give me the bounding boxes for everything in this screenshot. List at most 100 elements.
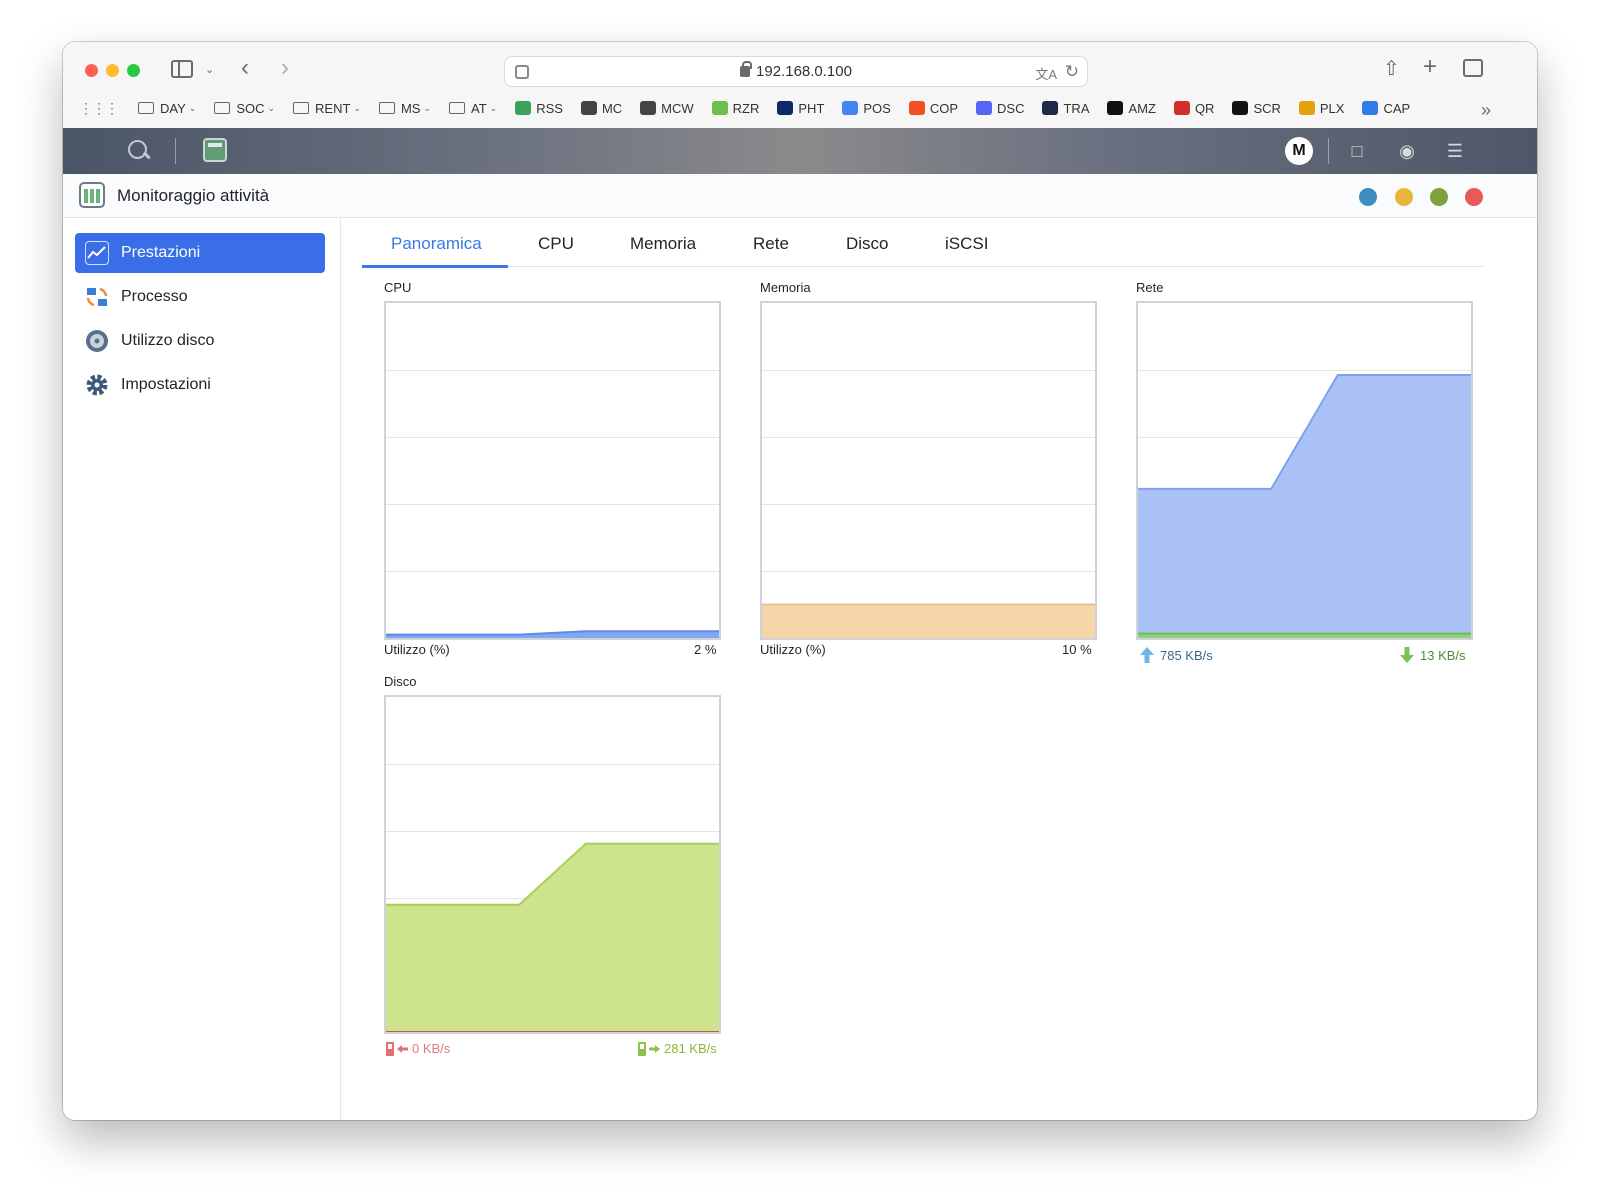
bookmark-cop[interactable]: COP	[908, 101, 958, 116]
bookmark-favicon-icon	[580, 101, 597, 115]
bookmark-rent[interactable]: RENT ⌄	[293, 101, 361, 116]
browser-window: ⌄ ‹ › 192.168.0.100 文A ↻ ⇧ + ⋮⋮⋮ DAY ⌄ SOC…	[63, 42, 1537, 1120]
avatar[interactable]: M	[1285, 137, 1313, 165]
process-icon	[85, 285, 109, 309]
bookmark-label: QR	[1194, 100, 1215, 116]
tab-iscsi[interactable]: iSCSI	[945, 234, 988, 254]
bookmark-label: CAP	[1383, 100, 1411, 116]
close-window-button[interactable]	[85, 64, 98, 77]
sidebar-item-utilizzo-disco[interactable]: Utilizzo disco	[75, 321, 325, 361]
sidebar-item-prestazioni[interactable]: Prestazioni	[75, 233, 325, 273]
bookmark-favicon-icon	[1107, 101, 1124, 115]
bookmark-ms[interactable]: MS ⌄	[378, 100, 432, 116]
search-icon[interactable]	[127, 139, 151, 163]
series-area-0	[1138, 375, 1471, 638]
bookmark-plx[interactable]: PLX	[1298, 101, 1344, 116]
disk-write: 281 KB/s	[638, 1041, 717, 1056]
bookmark-dsc[interactable]: DSC	[976, 101, 1024, 116]
bookmark-label: SCR	[1253, 100, 1281, 116]
disk-read-icon	[386, 1041, 408, 1056]
resource-monitor-taskbar-icon[interactable]	[203, 138, 227, 162]
bookmark-pht[interactable]: PHT	[777, 101, 824, 116]
new-tab-icon[interactable]: +	[1423, 55, 1437, 79]
cpu-panel-title: CPU	[384, 280, 412, 295]
network-download: 13 KB/s	[1400, 647, 1466, 663]
bookmark-mc[interactable]: MC	[580, 101, 622, 116]
taskbar-divider	[1328, 138, 1329, 164]
bookmark-label: MS	[400, 100, 421, 116]
memory-panel-title: Memoria	[760, 280, 811, 295]
address-bar[interactable]: 192.168.0.100 文A ↻	[504, 56, 1088, 87]
bookmark-label: POS	[863, 100, 891, 116]
bookmark-mcw[interactable]: MCW	[640, 101, 694, 116]
bookmark-at[interactable]: AT ⌄	[449, 101, 497, 116]
sidebar-toggle-icon[interactable]	[171, 60, 193, 78]
bookmark-day[interactable]: DAY ⌄	[138, 101, 196, 116]
minimize-window-button[interactable]	[106, 64, 119, 77]
network-upload: 785 KB/s	[1140, 647, 1213, 663]
disk-panel-title: Disco	[384, 674, 417, 689]
bookmark-favicon-icon	[1298, 101, 1315, 115]
series-area-0	[386, 843, 719, 1032]
close-app-icon[interactable]	[1465, 188, 1483, 206]
maximize-app-icon[interactable]	[1430, 188, 1448, 206]
chat-icon[interactable]: □	[1343, 137, 1371, 165]
chart-svg	[386, 764, 719, 1032]
bookmark-soc[interactable]: SOC ⌄	[214, 101, 275, 116]
upload-arrow-icon	[1140, 647, 1154, 663]
widgets-icon[interactable]: ☰	[1441, 137, 1469, 165]
forward-icon[interactable]: ›	[281, 56, 289, 80]
help-icon[interactable]	[1359, 188, 1377, 206]
chevron-down-icon: ⌄	[423, 102, 432, 113]
bookmark-tra[interactable]: TRA	[1042, 101, 1089, 116]
share-icon[interactable]: ⇧	[1383, 59, 1400, 79]
page-menu-icon[interactable]	[515, 65, 529, 79]
folder-icon	[449, 102, 466, 114]
sidebar-item-impostazioni[interactable]: Impostazioni	[75, 365, 325, 405]
chevron-down-icon: ⌄	[489, 102, 498, 113]
chevron-down-icon: ⌄	[188, 102, 197, 113]
dsm-taskbar: M □ ◉ ☰	[63, 128, 1537, 174]
bookmark-rss[interactable]: RSS	[515, 101, 563, 116]
tab-cpu[interactable]: CPU	[538, 234, 574, 254]
bookmark-favicon-icon	[976, 101, 993, 115]
tab-panoramica[interactable]: Panoramica	[391, 234, 482, 254]
bookmark-pos[interactable]: POS	[842, 100, 891, 116]
zoom-window-button[interactable]	[127, 64, 140, 77]
translate-icon[interactable]: 文A	[1035, 64, 1057, 83]
taskbar-divider	[175, 138, 176, 164]
bookmark-favicon-icon	[777, 101, 794, 115]
bookmark-qr[interactable]: QR	[1173, 100, 1215, 116]
chevron-down-icon: ⌄	[353, 102, 361, 113]
chart-svg	[762, 370, 1095, 638]
sidebar-item-processo[interactable]: Processo	[75, 277, 325, 317]
tab-memoria[interactable]: Memoria	[630, 234, 696, 254]
tab-disco[interactable]: Disco	[846, 234, 889, 254]
chart-svg	[386, 370, 719, 638]
minimize-app-icon[interactable]	[1395, 188, 1413, 206]
bookmark-label: SOC	[236, 100, 265, 116]
gear-icon	[85, 373, 109, 397]
bookmark-scr[interactable]: SCR	[1232, 100, 1281, 116]
sidebar-item-label: Impostazioni	[121, 376, 211, 393]
bookmark-rzr[interactable]: RZR	[711, 101, 759, 116]
reload-icon[interactable]: ↻	[1065, 62, 1079, 82]
app-sidebar: Prestazioni Processo Utilizzo disco Impo…	[63, 218, 341, 1120]
tab-overview-icon[interactable]	[1463, 59, 1483, 77]
app-titlebar: Monitoraggio attività	[63, 174, 1537, 218]
disk-read-rate: 0 KB/s	[412, 1041, 451, 1056]
dashboard-icon[interactable]: ◉	[1393, 137, 1421, 165]
back-icon[interactable]: ‹	[241, 56, 249, 80]
network-chart[interactable]	[1136, 301, 1473, 640]
apps-grid-icon[interactable]: ⋮⋮⋮	[79, 100, 119, 117]
bookmark-amz[interactable]: AMZ	[1107, 101, 1156, 116]
chevron-down-icon[interactable]: ⌄	[205, 60, 214, 80]
disk-chart[interactable]	[384, 695, 721, 1034]
cpu-chart[interactable]	[384, 301, 721, 640]
download-arrow-icon	[1400, 647, 1414, 663]
memory-chart[interactable]	[760, 301, 1097, 640]
bookmark-cap[interactable]: CAP	[1362, 101, 1410, 116]
tab-rete[interactable]: Rete	[753, 234, 789, 254]
more-bookmarks-icon[interactable]: »	[1481, 100, 1491, 120]
bookmark-label: DAY	[160, 100, 186, 116]
